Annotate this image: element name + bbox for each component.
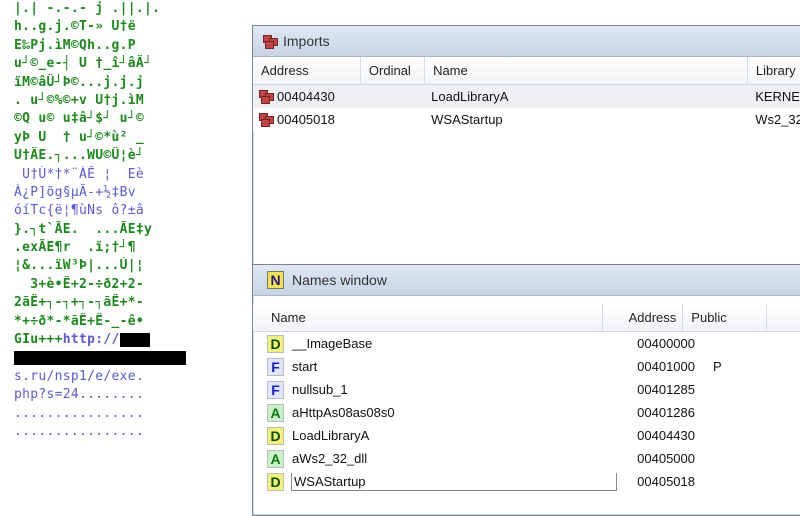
dump-line: À¿P]õg§µÃ-+½‡Bv	[14, 184, 136, 200]
name-type-icon: D	[267, 472, 284, 491]
dump-line-url-2: php?s=24........	[14, 387, 145, 403]
imports-list: 00404430 LoadLibraryA KERNEL32 00405018 WSAS…	[253, 85, 800, 131]
name-text: aWs2_32_dll	[292, 451, 368, 466]
dump-line: U†Ù*†*¨ÀÊ ¦ Eè	[14, 166, 145, 182]
col-address-header[interactable]: Address	[253, 57, 361, 84]
name-cell: D LoadLibraryA	[253, 426, 619, 445]
dump-line: . u┘©%©+v U†j.ìM	[14, 92, 145, 108]
imports-title: Imports	[283, 33, 330, 49]
dump-line: |.| -.-.- j .||.|.	[14, 1, 169, 16]
name-text: LoadLibraryA	[292, 428, 370, 443]
col-library-header[interactable]: Library	[748, 57, 800, 84]
name-type-icon: F	[267, 357, 284, 376]
name-row[interactable]: Fnullsub_1 00401285	[253, 378, 800, 401]
imports-header: Address Ordinal Name Library	[253, 57, 800, 85]
dump-line-dots-1: ................	[14, 405, 145, 421]
imports-icon	[263, 34, 278, 49]
import-address-text: 00405018	[277, 112, 335, 127]
dump-line: E‰Pj.ìM©Qh..g.P	[14, 37, 136, 53]
name-row[interactable]: D WSAStartup 00405018	[253, 470, 800, 493]
dump-line: }.┐t`ÃE. ...ÃE‡y	[14, 221, 153, 237]
name-cell: Fstart	[253, 357, 619, 376]
name-text: nullsub_1	[292, 382, 348, 397]
name-row[interactable]: AaWs2_32_dll 00405000	[253, 447, 800, 470]
name-type-icon: A	[267, 403, 284, 422]
name-cell: AaHttpAs08as08s0	[253, 403, 619, 422]
import-icon	[259, 90, 274, 104]
imports-title-bar[interactable]: Imports	[253, 26, 800, 57]
name-address: 00400000	[637, 336, 695, 351]
name-row[interactable]: D __ImageBase 00400000	[253, 332, 800, 355]
col-name-header[interactable]: Name	[425, 57, 748, 84]
import-library: Ws2_32	[755, 112, 800, 127]
name-cell: D __ImageBase	[253, 334, 619, 353]
dump-line: 2ãË+┐-┐+┐-┐ãË+*-	[14, 295, 145, 311]
dump-line: ©Q u© u‡â┘$┘ u┘©	[14, 111, 145, 127]
import-address-text: 00404430	[277, 89, 335, 104]
import-library: KERNEL32	[755, 89, 800, 104]
dump-line: ¦&...ïW³Þ|...Ú|¦	[14, 258, 145, 274]
dump-line-redacted	[14, 349, 194, 367]
import-icon	[259, 113, 274, 127]
name-text: WSAStartup	[291, 472, 617, 491]
names-window[interactable]: N Names window Name Address Public D __Im…	[252, 264, 800, 516]
dump-line: U†ÄE.┐...WU©Ü¦è┘	[14, 148, 145, 164]
name-text: start	[292, 359, 318, 374]
dump-text: GIu+++	[14, 332, 63, 348]
name-address: 00404430	[637, 428, 695, 443]
col-extra-header	[767, 304, 800, 331]
redaction-bar	[119, 332, 150, 347]
name-type-icon: D	[267, 426, 284, 445]
name-address: 00401285	[637, 382, 695, 397]
name-public: P	[713, 359, 722, 374]
dump-lines: |.| -.-.- j .||.|. h..g.j.©T-» U†ë E‰Pj.ì…	[14, 0, 194, 331]
name-type-icon: D	[267, 334, 284, 353]
dump-line-url-1: s.ru/nsp1/e/exe.	[14, 368, 145, 384]
name-address: 00401286	[637, 405, 695, 420]
name-type-icon: A	[267, 449, 284, 468]
col-address-header[interactable]: Address	[603, 304, 684, 331]
name-address: 00405018	[637, 474, 695, 489]
names-header: Name Address Public	[253, 304, 800, 332]
import-name: WSAStartup	[431, 112, 503, 127]
hex-dump-panel: |.| -.-.- j .||.|. h..g.j.©T-» U†ë E‰Pj.ì…	[14, 0, 194, 441]
col-public-header[interactable]: Public	[683, 304, 768, 331]
dump-line: u┘©_e-┤ U †_î┘âÄ┘	[14, 56, 153, 72]
name-cell: D WSAStartup	[253, 472, 619, 491]
name-type-icon: F	[267, 380, 284, 399]
name-row[interactable]: Fstart 00401000 P	[253, 355, 800, 378]
redaction-bar	[14, 350, 186, 365]
dump-line: .exÃE¶r .ï;†┘¶	[14, 240, 136, 256]
name-text: aHttpAs08as08s0	[292, 405, 395, 420]
dump-line-http: GIu+++http://	[14, 331, 194, 349]
import-address: 00404430	[253, 89, 359, 104]
dump-line: yÞ U † u┘©*ù² _	[14, 129, 145, 145]
import-address: 00405018	[253, 112, 359, 127]
dump-line: h..g.j.©T-» U†ë	[14, 19, 136, 35]
dump-line-dots-2: ................	[14, 423, 145, 439]
dump-line: 3+è•Ë+2-÷ð2+2-	[14, 276, 145, 292]
name-text: __ImageBase	[292, 336, 373, 351]
dump-line: óíTc{ë¦¶ùNs ô?±â	[14, 203, 145, 219]
name-cell: AaWs2_32_dll	[253, 449, 619, 468]
names-list: D __ImageBase 00400000 Fstart 00401000 P Fnull…	[253, 332, 800, 493]
name-row[interactable]: D LoadLibraryA 00404430	[253, 424, 800, 447]
name-address: 00401000	[637, 359, 695, 374]
name-row[interactable]: AaHttpAs08as08s0 00401286	[253, 401, 800, 424]
names-title-bar[interactable]: N Names window	[253, 265, 800, 296]
dump-url-prefix: http://	[62, 332, 120, 348]
import-name: LoadLibraryA	[431, 89, 509, 104]
col-ordinal-header[interactable]: Ordinal	[361, 57, 426, 84]
imports-window[interactable]: Imports Address Ordinal Name Library 004…	[252, 25, 800, 277]
name-cell: Fnullsub_1	[253, 380, 619, 399]
names-window-icon: N	[267, 271, 284, 289]
dump-line: *+÷ð*-*ãË+Ë-_-ê•	[14, 313, 145, 329]
dump-line: ïM©âÜ┘Þ©...j.j.j	[14, 74, 145, 90]
name-address: 00405000	[637, 451, 695, 466]
import-row[interactable]: 00404430 LoadLibraryA KERNEL32	[253, 85, 800, 108]
import-row[interactable]: 00405018 WSAStartup Ws2_32	[253, 108, 800, 131]
names-title: Names window	[292, 272, 387, 288]
col-name-header[interactable]: Name	[253, 304, 603, 331]
